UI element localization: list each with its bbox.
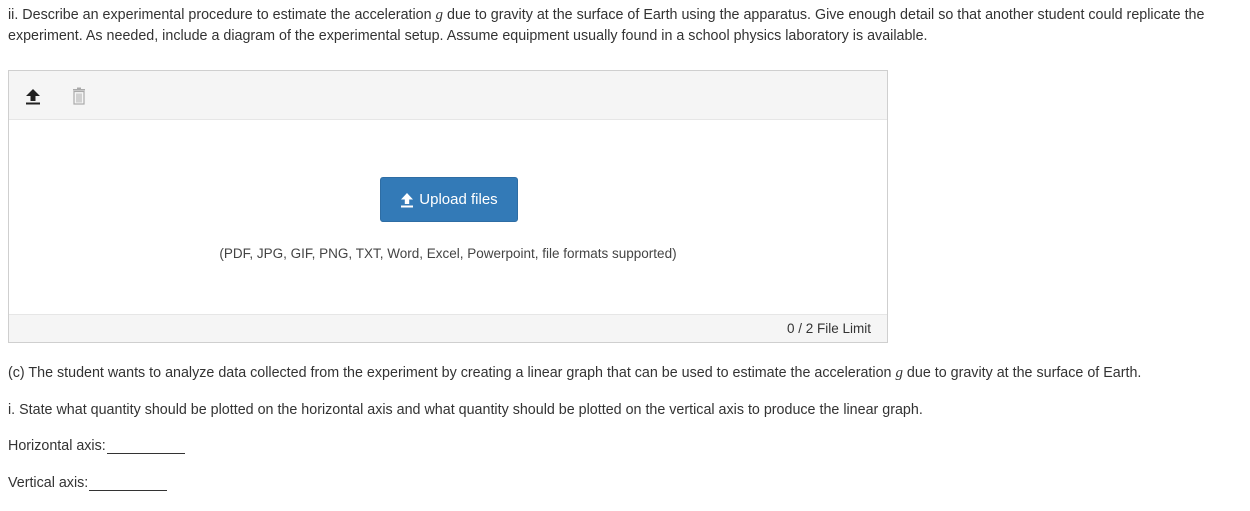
question-ii-text-1: ii. Describe an experimental procedure t… (8, 7, 436, 23)
upload-files-label: Upload files (419, 191, 498, 208)
horizontal-axis-answer: Horizontal axis: (8, 438, 185, 454)
gravity-symbol: g (435, 7, 444, 23)
vertical-axis-answer: Vertical axis: (8, 475, 168, 491)
vertical-axis-label: Vertical axis: (8, 475, 89, 491)
question-i-prompt: i. State what quantity should be plotted… (8, 402, 923, 418)
horizontal-axis-blank[interactable] (106, 440, 185, 454)
file-upload-widget: Upload files (PDF, JPG, GIF, PNG, TXT, W… (8, 70, 888, 343)
question-c-text-1: (c) The student wants to analyze data co… (8, 365, 896, 381)
trash-icon[interactable] (71, 87, 89, 105)
gravity-symbol: g (895, 365, 903, 381)
upload-arrow-icon[interactable] (25, 87, 43, 105)
vertical-axis-blank[interactable] (89, 477, 168, 491)
file-limit-counter: 0 / 2 File Limit (786, 321, 871, 336)
question-ii-prompt: ii. Describe an experimental procedure t… (8, 5, 1248, 47)
horizontal-axis-label: Horizontal axis: (8, 438, 106, 454)
upload-footer: 0 / 2 File Limit (9, 314, 887, 342)
upload-toolbar (9, 71, 887, 120)
question-c-prompt: (c) The student wants to analyze data co… (8, 365, 1141, 382)
upload-files-button[interactable]: Upload files (380, 177, 518, 222)
upload-arrow-icon (401, 192, 414, 207)
supported-formats-note: (PDF, JPG, GIF, PNG, TXT, Word, Excel, P… (219, 246, 677, 261)
question-c-text-2: due to gravity at the surface of Earth. (902, 365, 1142, 381)
